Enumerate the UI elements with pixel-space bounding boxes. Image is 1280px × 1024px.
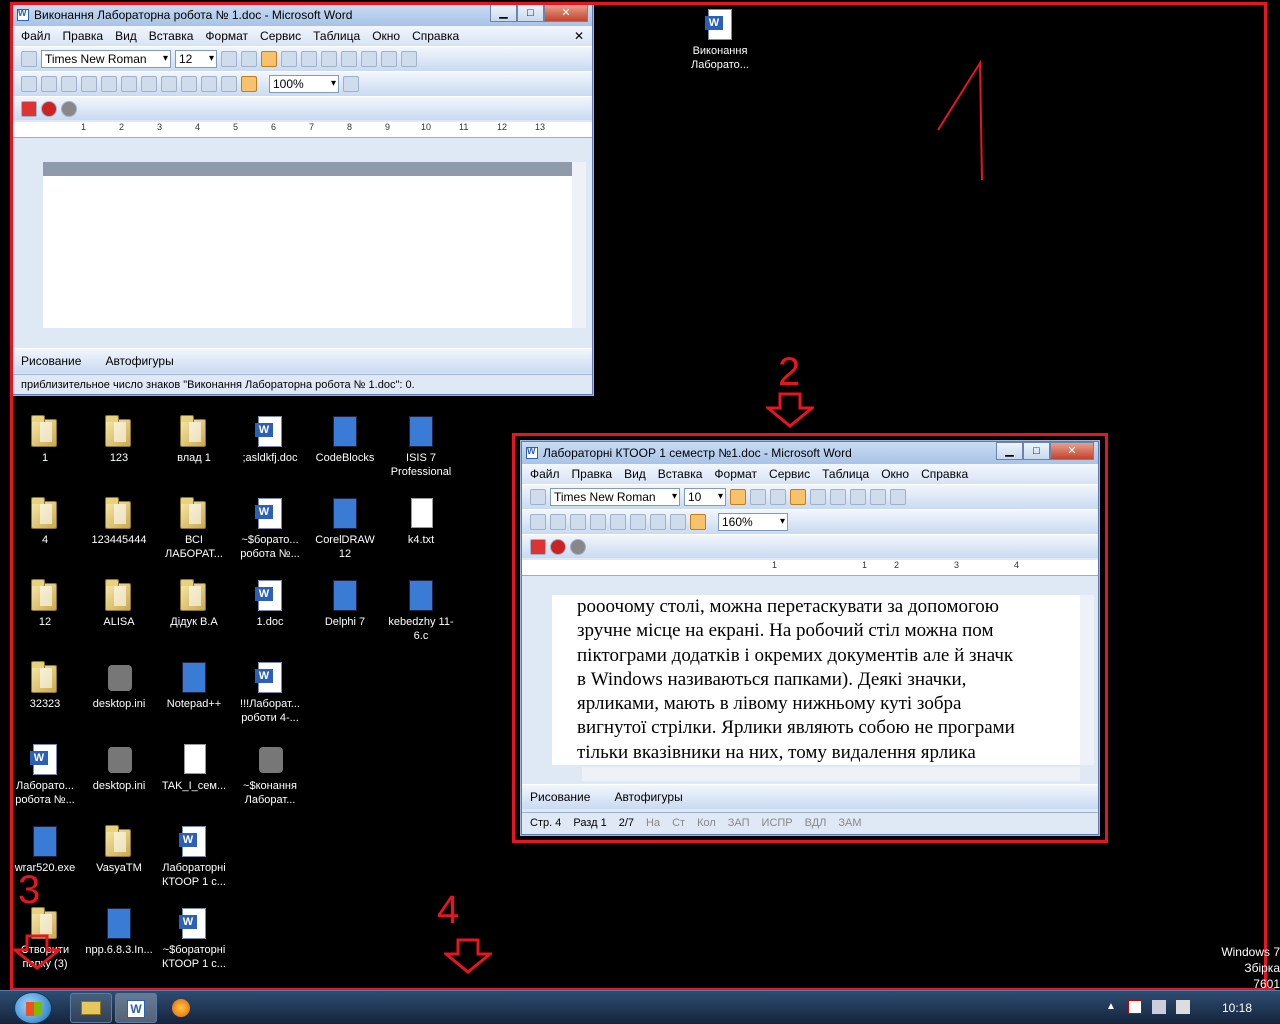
windows-logo-icon: [26, 1002, 42, 1016]
start-button[interactable]: [14, 992, 52, 1024]
word-icon: W: [127, 1000, 145, 1018]
arrow-down-icon: [444, 938, 492, 974]
annotation-number-3: 3: [18, 868, 41, 912]
annotation-box-window: [512, 433, 1108, 843]
firefox-taskbar-button[interactable]: [160, 993, 202, 1023]
annotation-scribble-1: [937, 59, 983, 181]
action-center-icon[interactable]: [1128, 1000, 1142, 1014]
volume-muted-icon[interactable]: [1176, 1000, 1190, 1014]
clock[interactable]: 10:18: [1222, 1001, 1252, 1015]
folder-icon: [81, 1001, 101, 1015]
network-icon[interactable]: [1152, 1000, 1166, 1014]
arrow-down-icon: [766, 392, 814, 428]
explorer-taskbar-button[interactable]: [70, 993, 112, 1023]
annotation-number-4: 4: [437, 888, 460, 932]
arrow-down-icon: [13, 934, 61, 970]
annotation-number-2: 2: [778, 350, 801, 394]
word-taskbar-button[interactable]: W: [115, 993, 157, 1023]
tray-show-hidden-icon[interactable]: ▲: [1106, 1001, 1116, 1012]
taskbar: W ▲ 10:18: [0, 990, 1280, 1024]
windows-watermark: Windows 7 Збірка 7601: [1221, 945, 1280, 991]
firefox-icon: [172, 999, 190, 1017]
